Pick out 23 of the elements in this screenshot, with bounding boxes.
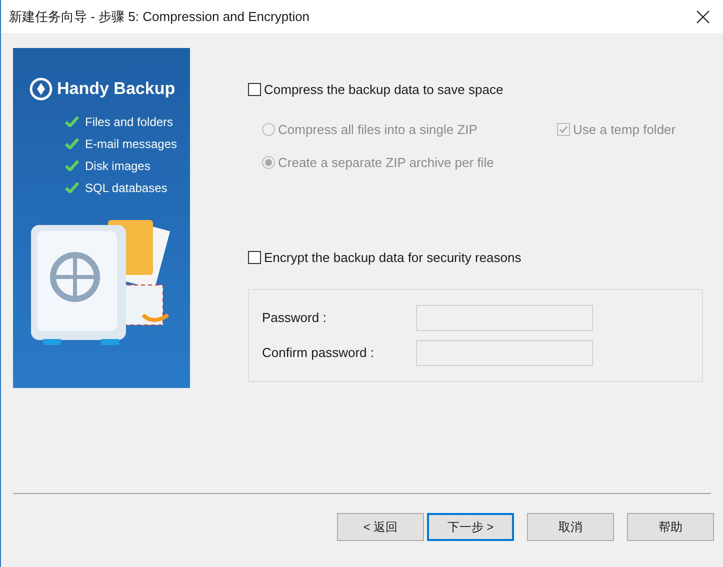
checkbox-option[interactable]: Encrypt the backup data for security reasons — [248, 248, 703, 267]
check-icon — [65, 116, 79, 127]
dialog-button[interactable]: 下一步 > — [427, 513, 514, 541]
window-title: 新建任务向导 - 步骤 5: Compression and Encryption — [9, 8, 310, 26]
field-label: Password : — [262, 309, 328, 328]
dialog-button[interactable]: < 返回 — [337, 513, 424, 541]
close-icon — [696, 10, 710, 24]
feature-text: Disk images — [85, 158, 150, 174]
field-label: Confirm password : — [262, 344, 375, 362]
checkmark-icon — [559, 124, 568, 134]
checkbox-option[interactable]: Compress the backup data to save space — [248, 80, 703, 100]
dialog-button[interactable]: 帮助 — [627, 513, 714, 541]
check-icon — [65, 138, 79, 149]
feature-text: Files and folders — [85, 114, 174, 130]
logo-text: Handy Backup — [57, 78, 176, 100]
feature-text: SQL databases — [85, 180, 168, 196]
logo-icon — [29, 76, 53, 101]
feature-text: E-mail messages — [85, 136, 178, 152]
check-icon — [65, 182, 79, 193]
checkbox[interactable] — [248, 250, 261, 264]
checkbox[interactable] — [248, 83, 261, 96]
check-icon — [65, 160, 79, 171]
dialog-button[interactable]: 取消 — [527, 513, 614, 541]
